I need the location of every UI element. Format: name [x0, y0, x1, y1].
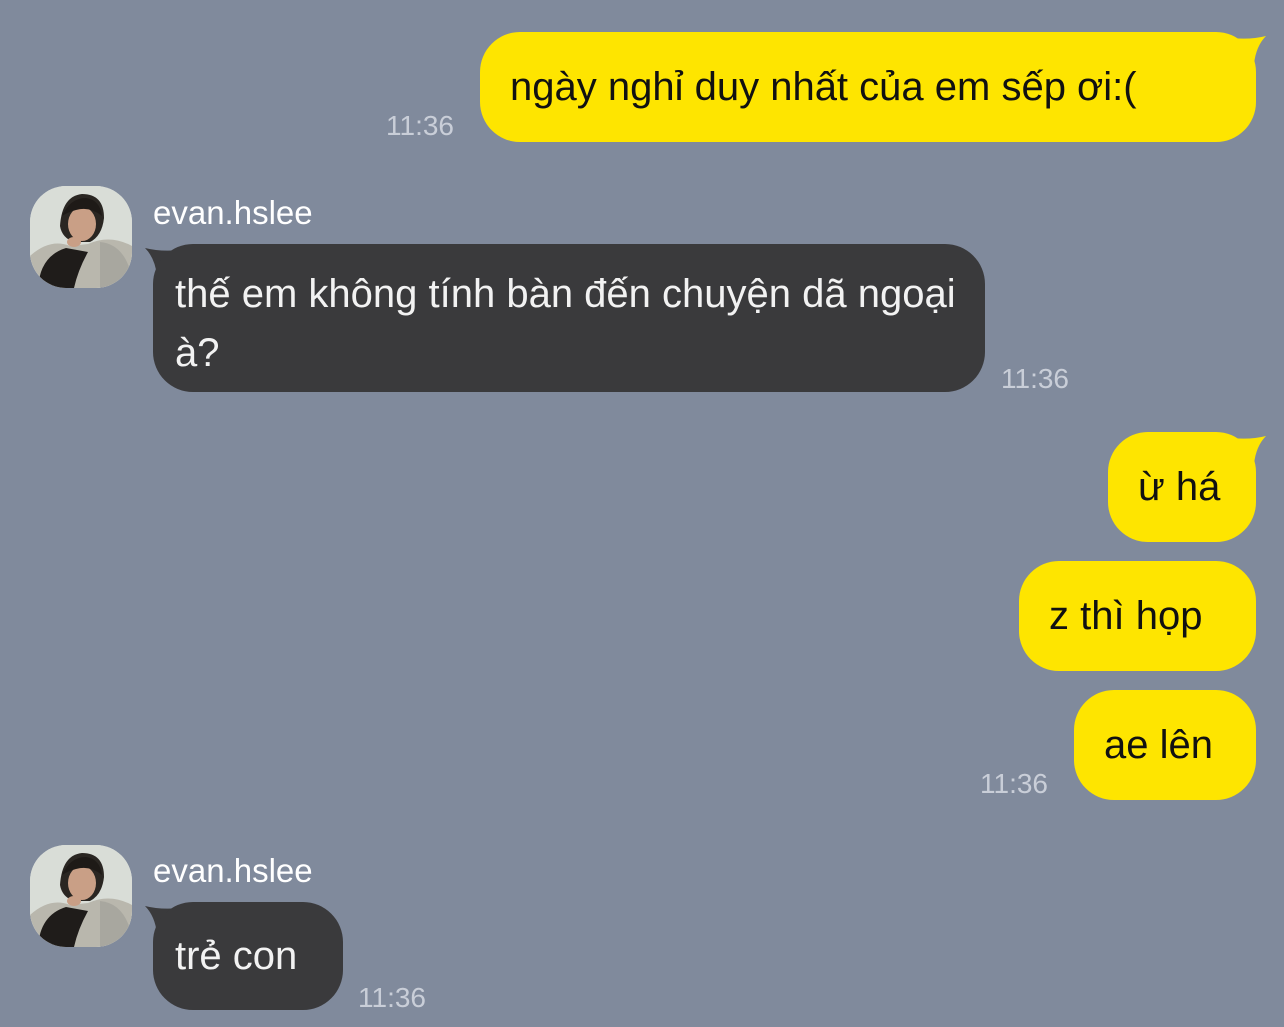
avatar-photo-icon: [30, 186, 132, 288]
message-timestamp: 11:36: [980, 768, 1048, 799]
sender-avatar[interactable]: [30, 186, 132, 288]
message-timestamp: 11:36: [386, 110, 454, 141]
bubble-tail: [1232, 436, 1266, 464]
message-timestamp: 11:36: [358, 982, 426, 1013]
incoming-message-bubble[interactable]: trẻ con: [153, 902, 343, 1010]
sender-name: evan.hslee: [153, 852, 313, 889]
message-text: ngày nghỉ duy nhất của em sếp ơi:(: [510, 65, 1137, 109]
message-text: thế em không tính bàn đến chuyện dã ngoạ…: [175, 272, 956, 375]
incoming-message-bubble[interactable]: thế em không tính bàn đến chuyện dã ngoạ…: [153, 244, 985, 392]
message-text: trẻ con: [175, 934, 298, 978]
message-text: ừ há: [1138, 465, 1221, 509]
outgoing-message-bubble[interactable]: z thì họp: [1019, 561, 1256, 671]
sender-name: evan.hslee: [153, 194, 313, 231]
sender-avatar[interactable]: [30, 845, 132, 947]
outgoing-message-bubble[interactable]: ae lên: [1074, 690, 1256, 800]
avatar-photo-icon: [30, 845, 132, 947]
outgoing-message-bubble[interactable]: ngày nghỉ duy nhất của em sếp ơi:(: [480, 32, 1256, 142]
bubble-tail: [1232, 36, 1266, 64]
message-timestamp: 11:36: [1001, 363, 1069, 394]
message-text: z thì họp: [1049, 594, 1203, 638]
message-text: ae lên: [1104, 723, 1213, 767]
